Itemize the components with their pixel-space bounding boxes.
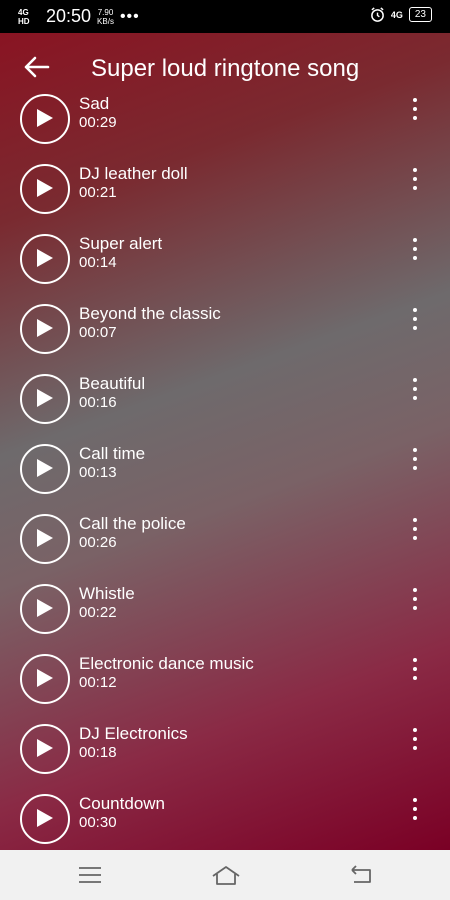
arrow-left-icon[interactable] bbox=[22, 55, 50, 79]
clock: 20:50 bbox=[46, 6, 92, 26]
more-vertical-icon[interactable] bbox=[408, 798, 422, 828]
play-button[interactable] bbox=[20, 234, 70, 284]
play-button[interactable] bbox=[20, 724, 70, 774]
play-icon bbox=[37, 249, 53, 267]
song-duration: 00:14 bbox=[79, 254, 117, 271]
more-vertical-icon[interactable] bbox=[408, 238, 422, 268]
list-item[interactable]: Electronic dance music 00:12 bbox=[0, 654, 450, 724]
song-name: Call time bbox=[79, 444, 146, 463]
list-item[interactable]: Countdown 00:30 bbox=[0, 794, 450, 850]
list-item[interactable]: Beyond the classic 00:07 bbox=[0, 304, 450, 374]
more-vertical-icon[interactable] bbox=[408, 308, 422, 338]
play-button[interactable] bbox=[20, 654, 70, 704]
alarm-icon bbox=[370, 7, 384, 22]
song-name: Beautiful bbox=[79, 374, 146, 393]
song-duration: 00:30 bbox=[79, 814, 117, 831]
menu-icon[interactable] bbox=[76, 863, 104, 887]
song-duration: 00:16 bbox=[79, 394, 117, 411]
list-item[interactable]: Whistle 00:22 bbox=[0, 584, 450, 654]
play-button[interactable] bbox=[20, 794, 70, 844]
song-name: Super alert bbox=[79, 234, 163, 253]
song-name: Countdown bbox=[79, 794, 166, 813]
list-item[interactable]: Super alert 00:14 bbox=[0, 234, 450, 304]
more-notifications-icon: ••• bbox=[119, 7, 140, 25]
play-icon bbox=[37, 669, 53, 687]
play-icon bbox=[37, 319, 53, 337]
more-vertical-icon[interactable] bbox=[408, 378, 422, 408]
play-button[interactable] bbox=[20, 304, 70, 354]
song-name: Sad bbox=[79, 94, 110, 113]
play-button[interactable] bbox=[20, 444, 70, 494]
system-nav-bar bbox=[0, 850, 450, 900]
song-duration: 00:12 bbox=[79, 674, 117, 691]
song-name: DJ Electronics bbox=[79, 724, 188, 743]
list-item[interactable]: Sad 00:29 bbox=[0, 94, 450, 164]
song-name: Electronic dance music bbox=[79, 654, 254, 673]
play-icon bbox=[37, 529, 53, 547]
song-duration: 00:21 bbox=[79, 184, 117, 201]
play-icon bbox=[37, 389, 53, 407]
list-item[interactable]: DJ Electronics 00:18 bbox=[0, 724, 450, 794]
play-icon bbox=[37, 739, 53, 757]
song-list: Sad 00:29 DJ leather doll 00:21 Super al… bbox=[0, 82, 450, 850]
list-item[interactable]: Beautiful 00:16 bbox=[0, 374, 450, 444]
play-button[interactable] bbox=[20, 94, 70, 144]
status-bar: 4G HD 20:50 7.90 KB/s ••• 4G 23 bbox=[0, 0, 450, 33]
play-icon bbox=[37, 809, 53, 827]
list-item[interactable]: DJ leather doll 00:21 bbox=[0, 164, 450, 234]
page-title: Super loud ringtone song bbox=[91, 55, 360, 82]
song-duration: 00:07 bbox=[79, 324, 117, 341]
play-icon bbox=[37, 599, 53, 617]
song-duration: 00:18 bbox=[79, 744, 117, 761]
play-button[interactable] bbox=[20, 164, 70, 214]
song-name: DJ leather doll bbox=[79, 164, 188, 183]
play-icon bbox=[37, 109, 53, 127]
play-button[interactable] bbox=[20, 374, 70, 424]
more-vertical-icon[interactable] bbox=[408, 518, 422, 548]
network-4g-indicator: 4G bbox=[390, 9, 403, 20]
song-name: Beyond the classic bbox=[79, 304, 221, 323]
home-icon[interactable] bbox=[210, 863, 242, 887]
song-name: Call the police bbox=[79, 514, 186, 533]
more-vertical-icon[interactable] bbox=[408, 168, 422, 198]
play-icon bbox=[37, 179, 53, 197]
song-duration: 00:22 bbox=[79, 604, 117, 621]
song-duration: 00:26 bbox=[79, 534, 117, 551]
play-button[interactable] bbox=[20, 584, 70, 634]
more-vertical-icon[interactable] bbox=[408, 588, 422, 618]
more-vertical-icon[interactable] bbox=[408, 98, 422, 128]
more-vertical-icon[interactable] bbox=[408, 728, 422, 758]
return-icon[interactable] bbox=[348, 863, 376, 887]
network-indicator: 4G HD bbox=[18, 7, 30, 26]
play-icon bbox=[37, 459, 53, 477]
network-speed: 7.90 KB/s bbox=[97, 7, 114, 26]
list-item[interactable]: Call time 00:13 bbox=[0, 444, 450, 514]
play-button[interactable] bbox=[20, 514, 70, 564]
battery-indicator: 23 bbox=[408, 7, 432, 22]
song-duration: 00:29 bbox=[79, 114, 117, 131]
song-name: Whistle bbox=[79, 584, 135, 603]
list-item[interactable]: Call the police 00:26 bbox=[0, 514, 450, 584]
more-vertical-icon[interactable] bbox=[408, 658, 422, 688]
more-vertical-icon[interactable] bbox=[408, 448, 422, 478]
song-duration: 00:13 bbox=[79, 464, 117, 481]
